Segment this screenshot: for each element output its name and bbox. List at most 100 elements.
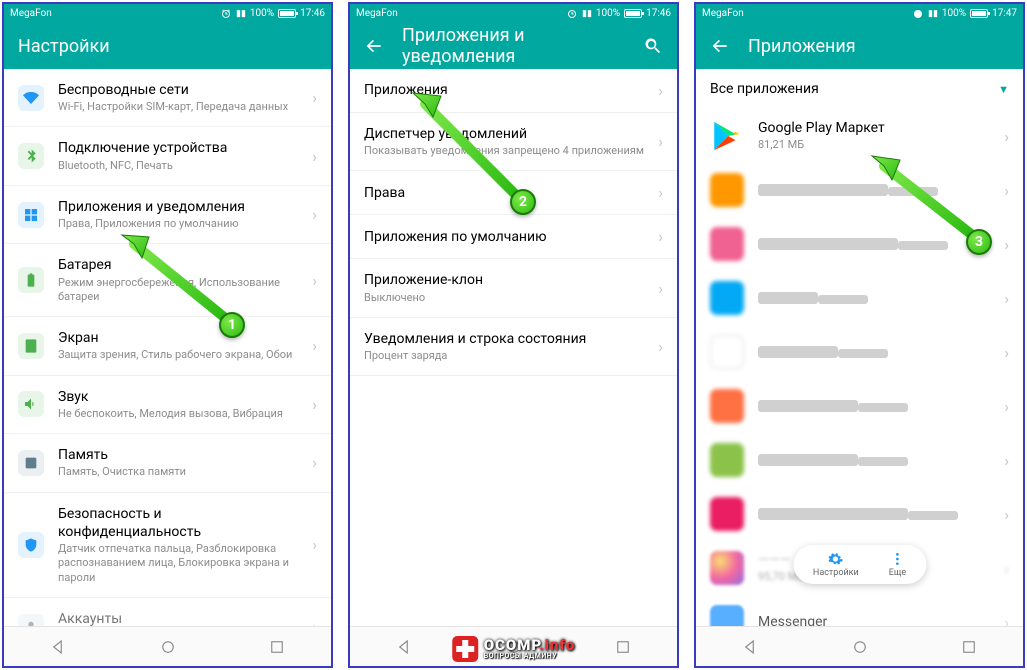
- nav-back-icon[interactable]: [396, 638, 414, 656]
- chevron-right-icon: ›: [312, 147, 317, 166]
- phone-screen-1: MegaFon ▮▮ 100% 17:46 Настройки Беспрово…: [2, 2, 333, 668]
- row-sound[interactable]: ЗвукНе беспокоить, Мелодия вызова, Вибра…: [4, 376, 331, 434]
- settings-list[interactable]: Беспроводные сетиWi-Fi, Настройки SIM-ка…: [4, 69, 331, 626]
- battery-icon: [970, 9, 988, 18]
- alarm-icon: [220, 8, 232, 20]
- popup-more[interactable]: Еще: [889, 551, 906, 578]
- chevron-right-icon: ›: [658, 183, 663, 202]
- row-security[interactable]: Безопасность и конфиденциальностьДатчик …: [4, 493, 331, 598]
- chevron-right-icon: ›: [312, 617, 317, 626]
- nav-back-icon[interactable]: [50, 638, 68, 656]
- signal-icon: ▮▮: [928, 9, 938, 19]
- settings-list[interactable]: Приложения › Диспетчер уведомленийПоказы…: [350, 69, 677, 626]
- row-screen[interactable]: ЭкранЗащита зрения, Стиль рабочего экран…: [4, 317, 331, 375]
- chevron-right-icon: ›: [312, 271, 317, 290]
- chevron-right-icon: ›: [658, 81, 663, 100]
- row-notifications-statusbar[interactable]: Уведомления и строка состоянияПроцент за…: [350, 318, 677, 376]
- row-notification-manager[interactable]: Диспетчер уведомленийПоказывать уведомле…: [350, 113, 677, 171]
- bluetooth-icon: [18, 143, 44, 169]
- nav-home-icon[interactable]: [851, 638, 869, 656]
- search-icon[interactable]: [643, 36, 663, 56]
- status-bar: MegaFon ▮▮ 100% 17:47: [696, 4, 1023, 23]
- chevron-right-icon: ›: [312, 336, 317, 355]
- battery-icon: [278, 9, 296, 18]
- play-store-icon: [710, 119, 744, 153]
- row-permissions[interactable]: Права ›: [350, 171, 677, 215]
- chevron-right-icon: ›: [312, 88, 317, 107]
- app-row-blurred[interactable]: ›: [696, 379, 1023, 433]
- app-row-blurred[interactable]: ›: [696, 163, 1023, 217]
- phone-screen-3: MegaFon ▮▮ 100% 17:47 Приложения Все при…: [694, 2, 1025, 668]
- page-title: Настройки: [18, 36, 317, 57]
- wifi-icon: [18, 85, 44, 111]
- app-row-messenger[interactable]: Messenger›: [696, 595, 1023, 626]
- signal-icon: ▮▮: [582, 9, 592, 19]
- chevron-right-icon: ›: [658, 337, 663, 356]
- signal-icon: ▮▮: [236, 9, 246, 19]
- row-default-apps[interactable]: Приложения по умолчанию ›: [350, 215, 677, 259]
- app-bar: Приложения и уведомления: [350, 23, 677, 69]
- sound-icon: [18, 391, 44, 417]
- app-row-blurred[interactable]: ›: [696, 271, 1023, 325]
- page-title: Приложения и уведомления: [402, 25, 625, 67]
- nav-back-icon[interactable]: [742, 638, 760, 656]
- nav-bar: [4, 626, 331, 666]
- nav-recent-icon[interactable]: [614, 638, 632, 656]
- app-row-blurred[interactable]: ›: [696, 217, 1023, 271]
- app-row-google-play[interactable]: Google Play Маркет81,21 МБ ›: [696, 109, 1023, 163]
- row-wireless[interactable]: Беспроводные сетиWi-Fi, Настройки SIM-ка…: [4, 69, 331, 127]
- page-title: Приложения: [748, 36, 1009, 57]
- app-bar: Приложения: [696, 23, 1023, 69]
- chevron-right-icon: ›: [312, 535, 317, 554]
- chevron-down-icon: ▼: [998, 83, 1009, 96]
- app-row-blurred[interactable]: ›: [696, 487, 1023, 541]
- chevron-right-icon: ›: [658, 132, 663, 151]
- alarm-icon: [566, 8, 578, 20]
- row-app-clone[interactable]: Приложение-клонВыключено ›: [350, 259, 677, 317]
- chevron-right-icon: ›: [312, 205, 317, 224]
- nav-bar: [696, 626, 1023, 666]
- status-bar: MegaFon ▮▮ 100% 17:46: [350, 4, 677, 23]
- accounts-icon: [18, 614, 44, 626]
- filter-dropdown[interactable]: Все приложения ▼: [696, 69, 1023, 109]
- status-icons: ▮▮ 100% 17:46: [220, 8, 325, 20]
- app-bar: Настройки: [4, 23, 331, 69]
- row-device-connection[interactable]: Подключение устройстваBluetooth, NFC, Пе…: [4, 127, 331, 185]
- back-icon[interactable]: [710, 36, 730, 56]
- phone-screen-2: MegaFon ▮▮ 100% 17:46 Приложения и уведо…: [348, 2, 679, 668]
- memory-icon: [18, 450, 44, 476]
- battery-icon: [18, 267, 44, 293]
- popup-menu: Настройки Еще: [793, 545, 926, 584]
- security-icon: [18, 532, 44, 558]
- app-row-blurred[interactable]: ›: [696, 325, 1023, 379]
- gear-icon: [828, 551, 844, 567]
- nav-recent-icon[interactable]: [960, 638, 978, 656]
- row-applications[interactable]: Приложения ›: [350, 69, 677, 113]
- back-icon[interactable]: [364, 36, 384, 56]
- watermark: OCOMP.info ВОПРОСЫ АДМИНУ: [452, 636, 576, 662]
- nav-recent-icon[interactable]: [268, 638, 286, 656]
- chevron-right-icon: ›: [312, 395, 317, 414]
- apps-list[interactable]: Все приложения ▼ Google Play Маркет81,21…: [696, 69, 1023, 626]
- apps-icon: [18, 202, 44, 228]
- popup-settings[interactable]: Настройки: [813, 551, 859, 578]
- battery-icon: [624, 9, 642, 18]
- nav-home-icon[interactable]: [159, 638, 177, 656]
- carrier-label: MegaFon: [356, 8, 398, 19]
- carrier-label: MegaFon: [702, 8, 744, 19]
- row-battery[interactable]: БатареяРежим энергосбережения, Использов…: [4, 244, 331, 317]
- chevron-right-icon: ›: [658, 279, 663, 298]
- alarm-icon: [912, 8, 924, 20]
- clock: 17:46: [300, 8, 325, 19]
- chevron-right-icon: ›: [658, 227, 663, 246]
- watermark-logo: [452, 636, 478, 662]
- row-apps-notifications[interactable]: Приложения и уведомленияПрава, Приложени…: [4, 186, 331, 244]
- row-accounts[interactable]: АккаунтыДобавление и удаление аккаунтов …: [4, 598, 331, 626]
- more-icon: [889, 551, 905, 567]
- row-memory[interactable]: ПамятьПамять, Очистка памяти ›: [4, 434, 331, 492]
- battery-pct: 100%: [250, 8, 274, 19]
- app-row-blurred[interactable]: ›: [696, 433, 1023, 487]
- status-bar: MegaFon ▮▮ 100% 17:46: [4, 4, 331, 23]
- screen-icon: [18, 333, 44, 359]
- chevron-right-icon: ›: [312, 453, 317, 472]
